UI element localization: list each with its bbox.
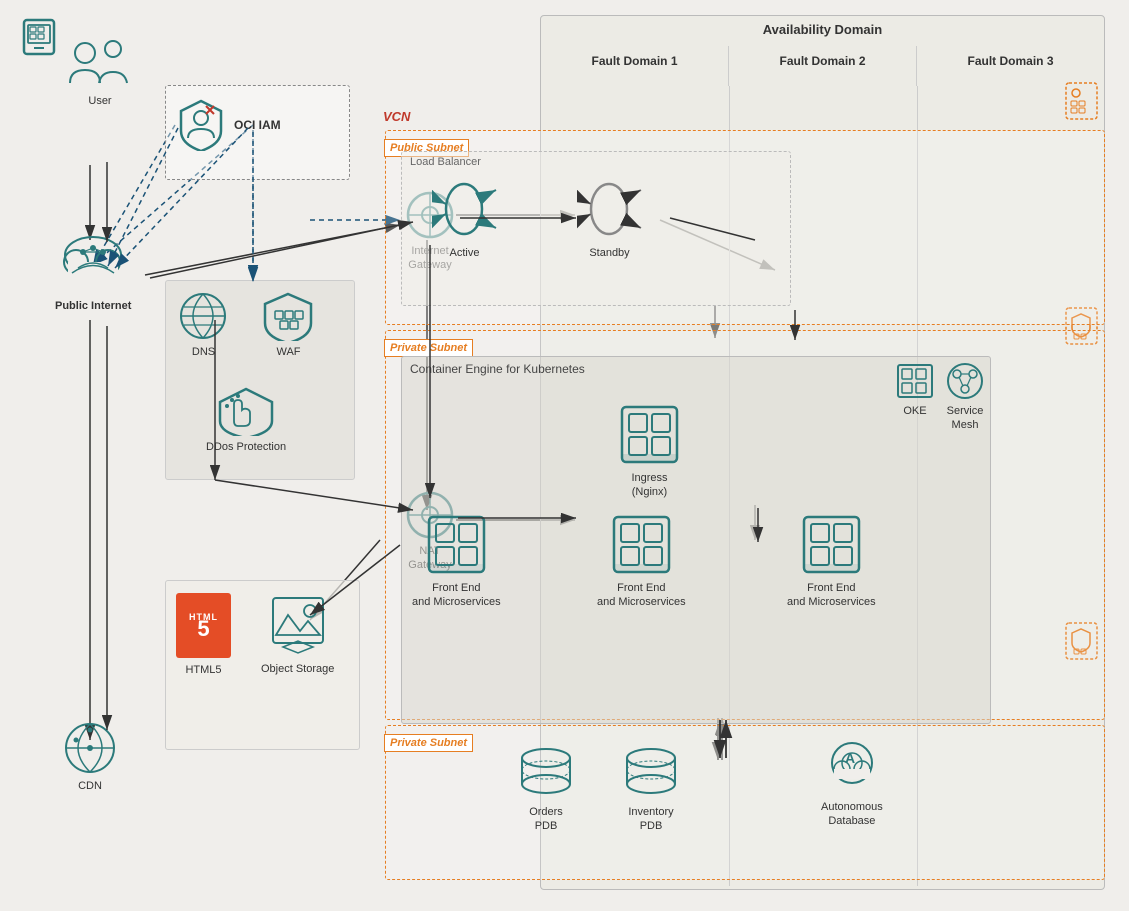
lb-active-box: Active [432,177,497,260]
oci-iam-icon [176,96,226,151]
fault-domain-3: Fault Domain 3 [916,46,1104,86]
lb-active-label: Active [450,246,480,260]
frontend-1-icon [424,512,489,577]
lb-standby-box: Standby [577,177,642,260]
oci-iam-box: OCI IAM [165,85,350,180]
right-icon-1 [1064,81,1099,121]
inventory-pdb-box: Inventory PDB [621,746,681,834]
html5-icon-box: HTML 5 HTML5 [176,593,231,677]
dns-icon-box: DNS [176,291,231,359]
public-internet-icon [58,230,128,295]
ddos-icon [214,386,279,436]
fault-domains-row: Fault Domain 1 Fault Domain 2 Fault Doma… [541,46,1104,86]
ingress-icon-box: Ingress(Nginx) [617,402,682,500]
ddos-icon-box: DDos Protection [206,386,286,454]
private-subnet-2: Private Subnet Orders PDB Inventory PD [385,725,1105,880]
load-balancer-box: Load Balancer Active [401,151,791,306]
lb-active-icon [432,177,497,242]
service-mesh-label: Service Mesh [947,404,984,433]
frontend-2-icon [609,512,674,577]
user-icon-box: User [65,35,135,108]
private-subnet-2-label: Private Subnet [384,734,473,752]
cdn-icon [60,720,120,775]
right-icon-1-box [1064,81,1099,121]
orders-pdb-label: Orders PDB [529,805,563,834]
cdn-icon-box: CDN [60,720,120,793]
mobile-icon [20,18,58,56]
object-storage-icon-box: Object Storage [261,593,334,676]
frontend-1-label: Front Endand Microservices [412,581,501,610]
ingress-label: Ingress(Nginx) [631,471,667,500]
cdn-label: CDN [78,779,102,793]
fault-domain-1: Fault Domain 1 [541,46,728,86]
vcn-label: VCN [383,108,410,126]
object-storage-icon [268,593,328,658]
waf-label: WAF [276,345,300,359]
oke-icon [895,362,935,400]
frontend-2-box: Front Endand Microservices [597,512,686,610]
user-label: User [88,94,111,108]
cek-box: Container Engine for Kubernetes OKE [401,356,991,724]
security-box: DNS WAF [165,280,355,480]
orders-db-icon [516,746,576,801]
frontend-3-label: Front Endand Microservices [787,581,876,610]
service-mesh-icon-box: Service Mesh [945,362,985,433]
inventory-db-icon [621,746,681,801]
frontend-3-icon [799,512,864,577]
lb-standby-icon [577,177,642,242]
waf-icon-box: WAF [261,291,316,359]
private-subnet-1-label: Private Subnet [384,339,473,357]
diagram-container: User Public Internet [0,0,1129,911]
load-balancer-title: Load Balancer [402,152,790,172]
service-mesh-icon [945,362,985,400]
lb-standby-label: Standby [589,246,629,260]
availability-domain-title: Availability Domain [541,16,1104,43]
fault-domain-2: Fault Domain 2 [728,46,916,86]
ingress-icon [617,402,682,467]
public-internet-box: Public Internet [55,230,131,313]
user-group-icon [65,35,135,90]
oke-icon-box: OKE [895,362,935,418]
private-subnet-1: Private Subnet Container Engine for Kube… [385,330,1105,720]
dns-icon [176,291,231,341]
storage-box: HTML 5 HTML5 Object Storage [165,580,360,750]
waf-icon [261,291,316,341]
autonomous-db-icon: A [822,741,882,796]
object-storage-label: Object Storage [261,662,334,676]
ddos-label: DDos Protection [206,440,286,454]
oci-iam-label: OCI IAM [234,118,281,134]
mobile-icon-box [20,18,58,56]
frontend-1-box: Front Endand Microservices [412,512,501,610]
autonomous-db-label: Autonomous Database [821,800,883,829]
svg-text:A: A [845,750,855,766]
public-internet-label: Public Internet [55,299,131,313]
html5-label: HTML5 [185,663,221,677]
oke-label: OKE [903,404,926,418]
orders-pdb-box: Orders PDB [516,746,576,834]
dns-label: DNS [192,345,215,359]
frontend-2-label: Front Endand Microservices [597,581,686,610]
frontend-3-box: Front Endand Microservices [787,512,876,610]
inventory-pdb-label: Inventory PDB [628,805,673,834]
autonomous-db-box: A Autonomous Database [821,741,883,829]
public-subnet: Public Subnet Load Balancer Active [385,130,1105,325]
